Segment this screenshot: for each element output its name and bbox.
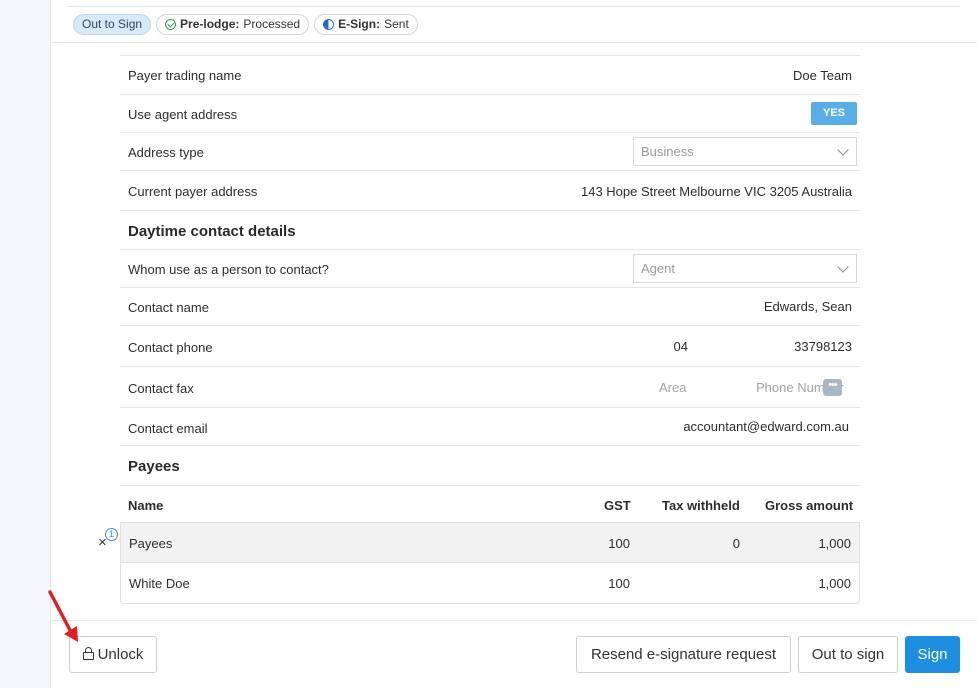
chevron-down-icon (837, 144, 849, 156)
column-header-name: Name (128, 498, 164, 513)
column-header-gst: GST (604, 498, 631, 513)
row-use-agent-address: Use agent address YES (120, 95, 860, 133)
field-value: Edwards, Sean (763, 299, 852, 314)
field-label: Payer trading name (128, 68, 242, 83)
row-address-type: Address type Business (120, 133, 860, 171)
field-label: Address type (128, 145, 204, 160)
cell-gross-amount: 1,000 (818, 536, 851, 551)
section-title: Daytime contact details (128, 223, 296, 240)
pre-lodge-badge: Pre-lodge: Processed (156, 14, 310, 35)
count-badge: 1 (105, 528, 118, 541)
section-payees: Payees (120, 446, 860, 486)
cell-gst: 100 (608, 576, 630, 591)
status-badges: Out to Sign Pre-lodge: Processed E-Sign:… (73, 14, 418, 35)
phone-area-input[interactable]: 04 (674, 339, 688, 354)
section-daytime-contact: Daytime contact details (120, 211, 860, 250)
select-value: Agent (641, 261, 675, 276)
divider (67, 6, 960, 7)
row-contact-email: Contact email accountant@edward.com.au (120, 408, 860, 446)
payees-table-header: Name GST Tax withheld Gross amount (120, 486, 860, 522)
cell-name: White Doe (129, 576, 190, 591)
badge-value: Processed (243, 17, 301, 31)
column-header-gross-amount: Gross amount (765, 498, 854, 513)
e-sign-badge: E-Sign: Sent (314, 14, 418, 35)
row-contact-phone: Contact phone 04 33798123 (120, 326, 860, 367)
field-label: Use agent address (128, 107, 238, 122)
column-header-tax-withheld: Tax withheld (662, 498, 740, 513)
field-label: Contact email (128, 421, 208, 436)
button-label: Unlock (97, 646, 144, 663)
phone-number-input[interactable]: 33798123 (794, 339, 852, 354)
check-circle-icon (165, 19, 177, 30)
out-to-sign-button[interactable]: Out to sign (798, 636, 898, 673)
row-current-payer-address: Current payer address 143 Hope Street Me… (120, 171, 860, 211)
field-value: 143 Hope Street Melbourne VIC 3205 Austr… (580, 184, 852, 199)
badge-label: Out to Sign (82, 17, 143, 31)
action-footer: Unlock Resend e-signature request Out to… (51, 620, 977, 688)
contact-person-select[interactable]: Agent (633, 254, 857, 283)
cell-gst: 100 (608, 536, 630, 551)
chevron-down-icon (837, 261, 849, 273)
row-contact-fax: Contact fax Area Phone Number ••• (120, 367, 860, 408)
half-circle-icon (323, 19, 335, 30)
sign-button[interactable]: Sign (905, 636, 960, 673)
field-label: Whom use as a person to contact? (128, 262, 329, 277)
badge-value: Sent (384, 17, 409, 31)
row-contact-name: Contact name Edwards, Sean (120, 288, 860, 326)
section-title: Payees (128, 458, 180, 475)
left-gutter (0, 0, 51, 688)
out-to-sign-badge: Out to Sign (73, 14, 152, 35)
cell-name: Payees (129, 536, 173, 551)
field-value: accountant@edward.com.au (683, 419, 849, 434)
lock-icon (82, 647, 94, 660)
select-value: Business (641, 144, 694, 159)
fax-area-input[interactable]: Area (659, 380, 686, 395)
field-label: Contact name (128, 300, 209, 315)
cell-gross-amount: 1,000 (818, 576, 851, 591)
row-payer-trading-name: Payer trading name Doe Team (120, 56, 860, 95)
row-whom-contact: Whom use as a person to contact? Agent (120, 250, 860, 288)
more-options-icon[interactable]: ••• (823, 379, 842, 396)
field-label: Current payer address (128, 184, 258, 199)
annotation-arrow (48, 590, 78, 642)
field-label: Contact phone (128, 340, 213, 355)
table-row[interactable]: White Doe 100 1,000 (120, 563, 860, 604)
resend-e-signature-button[interactable]: Resend e-signature request (576, 636, 791, 673)
field-value: Doe Team (792, 68, 852, 83)
badge-key: Pre-lodge: (180, 17, 240, 31)
badge-key: E-Sign: (338, 17, 381, 31)
cell-tax-withheld: 0 (732, 536, 740, 551)
address-type-select[interactable]: Business (633, 137, 857, 166)
field-label: Contact fax (128, 381, 194, 396)
use-agent-address-toggle[interactable]: YES (811, 102, 857, 125)
payer-form: Payer trading name Doe Team Use agent ad… (120, 55, 860, 604)
table-row[interactable]: Payees 100 0 1,000 (120, 522, 860, 563)
